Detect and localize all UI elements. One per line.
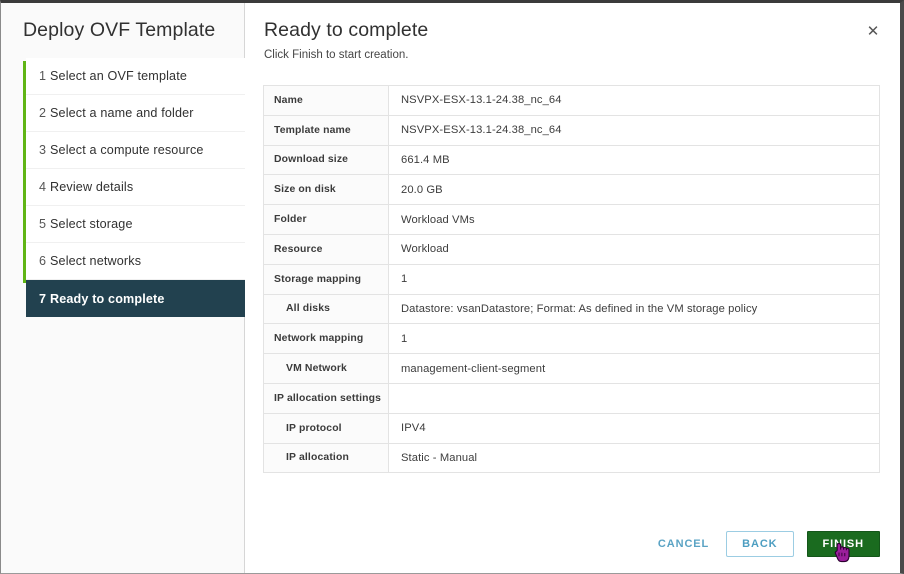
table-row: Network mapping 1 <box>263 323 880 355</box>
row-key: Network mapping <box>263 323 389 355</box>
step-label: Select an OVF template <box>50 69 187 83</box>
table-row: Resource Workload <box>263 233 880 265</box>
table-row: IP allocation Static - Manual <box>263 442 880 474</box>
sidebar-step-2[interactable]: 2 Select a name and folder <box>26 95 245 132</box>
row-value: 1 <box>388 323 880 355</box>
table-row: Download size 661.4 MB <box>263 144 880 176</box>
row-value: Static - Manual <box>388 442 880 474</box>
row-key: IP protocol <box>263 412 389 444</box>
row-key: VM Network <box>263 353 389 384</box>
wizard-title: Deploy OVF Template <box>23 19 216 41</box>
step-number: 6 <box>39 254 47 268</box>
table-row: VM Network management-client-segment <box>263 353 880 384</box>
table-row: Size on disk 20.0 GB <box>263 174 880 206</box>
close-icon[interactable]: ✕ <box>862 20 884 42</box>
table-row: Template name NSVPX-ESX-13.1-24.38_nc_64 <box>263 114 880 146</box>
row-key: Folder <box>263 204 389 235</box>
row-key: Template name <box>263 114 389 146</box>
sidebar-step-1[interactable]: 1 Select an OVF template <box>26 58 245 95</box>
sidebar-step-6[interactable]: 6 Select networks <box>26 243 245 280</box>
step-label: Review details <box>50 180 134 194</box>
sidebar-step-3[interactable]: 3 Select a compute resource <box>26 132 245 169</box>
table-row: All disks Datastore: vsanDatastore; Form… <box>263 293 880 325</box>
sidebar-step-7[interactable]: 7 Ready to complete <box>26 280 245 317</box>
row-key: Download size <box>263 144 389 176</box>
page-subtitle: Click Finish to start creation. <box>264 49 409 61</box>
step-label: Select a name and folder <box>50 106 194 120</box>
step-number: 2 <box>39 106 47 120</box>
table-row: Storage mapping 1 <box>263 263 880 295</box>
cancel-button[interactable]: CANCEL <box>654 531 713 557</box>
row-key: IP allocation <box>263 442 389 474</box>
finish-button[interactable]: FINISH <box>806 531 880 563</box>
step-label: Select storage <box>50 217 133 231</box>
row-value: 1 <box>388 263 880 295</box>
row-value: management-client-segment <box>388 353 880 384</box>
row-value: NSVPX-ESX-13.1-24.38_nc_64 <box>388 85 880 116</box>
wizard-content-pane: Ready to complete Click Finish to start … <box>246 3 900 573</box>
row-value: NSVPX-ESX-13.1-24.38_nc_64 <box>388 114 880 146</box>
sidebar-step-4[interactable]: 4 Review details <box>26 169 245 206</box>
row-key: Size on disk <box>263 174 389 206</box>
table-row: Folder Workload VMs <box>263 204 880 235</box>
row-value: 661.4 MB <box>388 144 880 176</box>
sidebar-step-5[interactable]: 5 Select storage <box>26 206 245 243</box>
page-title: Ready to complete <box>264 19 429 41</box>
step-number: 7 <box>39 291 47 306</box>
wizard-sidebar: Deploy OVF Template 1 Select an OVF temp… <box>1 3 245 573</box>
step-number: 4 <box>39 180 47 194</box>
step-number: 3 <box>39 143 47 157</box>
row-key: Resource <box>263 233 389 265</box>
row-value: 20.0 GB <box>388 174 880 206</box>
step-number: 5 <box>39 217 47 231</box>
row-value: IPV4 <box>388 412 880 444</box>
table-row: IP protocol IPV4 <box>263 412 880 444</box>
row-value <box>388 382 880 414</box>
deploy-ovf-template-dialog: Deploy OVF Template 1 Select an OVF temp… <box>0 0 904 574</box>
table-row: IP allocation settings <box>263 382 880 414</box>
wizard-step-list: 1 Select an OVF template 2 Select a name… <box>19 58 245 317</box>
step-label: Ready to complete <box>50 291 165 306</box>
row-key: Name <box>263 85 389 116</box>
finish-button-label: FINISH <box>822 538 864 550</box>
step-number: 1 <box>39 69 47 83</box>
step-label: Select networks <box>50 254 142 268</box>
row-key: All disks <box>263 293 389 325</box>
summary-table: Name NSVPX-ESX-13.1-24.38_nc_64 Template… <box>263 85 880 474</box>
row-value: Datastore: vsanDatastore; Format: As def… <box>388 293 880 325</box>
table-row: Name NSVPX-ESX-13.1-24.38_nc_64 <box>263 85 880 116</box>
dialog-footer: CANCEL BACK FINISH <box>654 531 880 563</box>
row-key: IP allocation settings <box>263 382 389 414</box>
row-value: Workload VMs <box>388 204 880 235</box>
step-label: Select a compute resource <box>50 143 204 157</box>
row-value: Workload <box>388 233 880 265</box>
back-button[interactable]: BACK <box>726 531 794 557</box>
row-key: Storage mapping <box>263 263 389 295</box>
